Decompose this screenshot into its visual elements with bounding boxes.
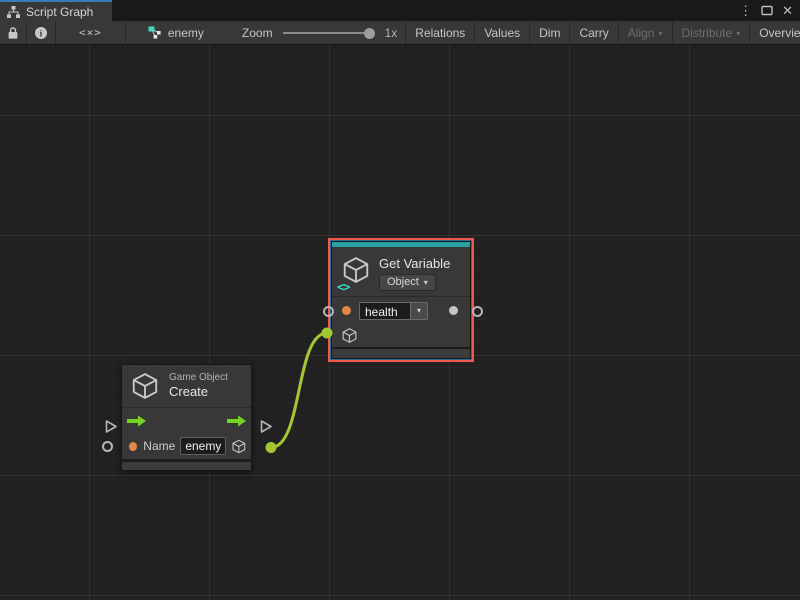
variable-name-port-row: health ▾ xyxy=(332,297,470,324)
selection-inner-border: <> Get Variable Object ▾ xyxy=(330,240,472,360)
flow-out-arrow-icon[interactable] xyxy=(227,415,246,427)
values-button[interactable]: Values xyxy=(475,21,530,44)
create-name-port-row: Name xyxy=(122,433,251,459)
script-graph-window: Script Graph ⋮ ✕ i <×> xyxy=(0,0,800,600)
distribute-button[interactable]: Distribute ▾ xyxy=(673,21,751,44)
overview-button[interactable]: Overview xyxy=(750,21,800,44)
gameobject-output-cube-icon[interactable] xyxy=(231,438,247,455)
create-flow-in-port[interactable] xyxy=(104,419,118,434)
graph-breadcrumb[interactable]: enemy xyxy=(126,21,216,44)
create-flow-out-port[interactable] xyxy=(259,419,273,434)
zoom-slider-handle[interactable] xyxy=(364,28,375,39)
graph-ref-icon xyxy=(148,26,162,39)
value-out-port[interactable] xyxy=(472,306,483,317)
window-controls: ⋮ ✕ xyxy=(739,0,800,21)
zoom-slider[interactable] xyxy=(283,27,375,39)
zoom-control: Zoom 1x xyxy=(216,21,405,44)
lock-icon xyxy=(7,26,19,40)
create-name-in-port[interactable] xyxy=(102,441,113,452)
node-get-variable[interactable]: <> Get Variable Object ▾ xyxy=(328,238,474,362)
maximize-icon[interactable] xyxy=(761,5,773,16)
info-icon: i xyxy=(34,26,48,40)
close-icon[interactable]: ✕ xyxy=(782,4,793,17)
name-port-label: Name xyxy=(143,439,175,453)
dropdown-arrow-icon: ▾ xyxy=(424,278,428,287)
variable-name-in-port[interactable] xyxy=(323,306,334,317)
variable-name-port-dot[interactable] xyxy=(342,306,351,315)
name-port-dot[interactable] xyxy=(129,442,137,451)
object-port-row xyxy=(332,324,470,347)
object-input-cube-icon[interactable] xyxy=(341,327,358,344)
align-button[interactable]: Align ▾ xyxy=(619,21,673,44)
connection-wire[interactable] xyxy=(266,328,333,454)
code-brackets-icon: <> xyxy=(337,280,349,294)
game-object-cube-icon xyxy=(130,371,160,401)
tab-script-graph[interactable]: Script Graph xyxy=(0,0,112,21)
get-variable-footer xyxy=(332,347,470,358)
dropdown-arrow-icon: ▾ xyxy=(658,29,662,38)
value-output-dot[interactable] xyxy=(449,306,458,315)
flow-in-arrow-icon[interactable] xyxy=(127,415,146,427)
tab-title: Script Graph xyxy=(26,5,93,19)
create-node-subtitle: Game Object xyxy=(169,372,228,384)
get-variable-node-body: <> Get Variable Object ▾ xyxy=(331,241,471,359)
variable-scope-dropdown[interactable]: Object ▾ xyxy=(379,274,436,291)
lock-button[interactable] xyxy=(0,21,27,44)
zoom-label: Zoom xyxy=(242,26,273,40)
relations-button[interactable]: Relations xyxy=(406,21,475,44)
zoom-slider-track xyxy=(283,32,375,34)
get-variable-title: Get Variable xyxy=(379,255,450,272)
create-node-footer xyxy=(122,459,251,470)
node-create[interactable]: Game Object Create Name xyxy=(121,364,252,471)
code-view-button[interactable]: <×> xyxy=(56,21,126,44)
window-menu-icon[interactable]: ⋮ xyxy=(739,4,752,17)
variable-cube-wrap: <> xyxy=(341,255,371,290)
toolbar-button-group: Relations Values Dim Carry Align ▾ Distr… xyxy=(405,21,800,44)
name-value-input[interactable] xyxy=(180,437,226,455)
create-node-title: Create xyxy=(169,384,228,400)
create-node-header: Game Object Create xyxy=(122,365,251,407)
create-flow-row xyxy=(122,408,251,433)
dropdown-arrow-icon: ▾ xyxy=(736,29,740,38)
select-arrow-icon: ▾ xyxy=(411,302,428,320)
carry-button[interactable]: Carry xyxy=(570,21,618,44)
zoom-value: 1x xyxy=(385,26,398,40)
wire-start-dot xyxy=(266,442,277,453)
titlebar: Script Graph ⋮ ✕ xyxy=(0,0,800,21)
variable-name-select[interactable]: health ▾ xyxy=(359,302,428,320)
variable-name-value: health xyxy=(359,302,411,320)
graph-name: enemy xyxy=(168,26,204,40)
code-view-icon: <×> xyxy=(65,26,116,39)
dim-button[interactable]: Dim xyxy=(530,21,570,44)
graph-canvas[interactable]: Game Object Create Name xyxy=(0,45,800,600)
info-button[interactable]: i xyxy=(27,21,56,44)
svg-text:i: i xyxy=(40,29,43,39)
toolbar: i <×> enemy Zoom 1x Relations Value xyxy=(0,21,800,45)
script-graph-icon xyxy=(7,6,20,18)
get-variable-header: <> Get Variable Object ▾ xyxy=(332,247,470,296)
